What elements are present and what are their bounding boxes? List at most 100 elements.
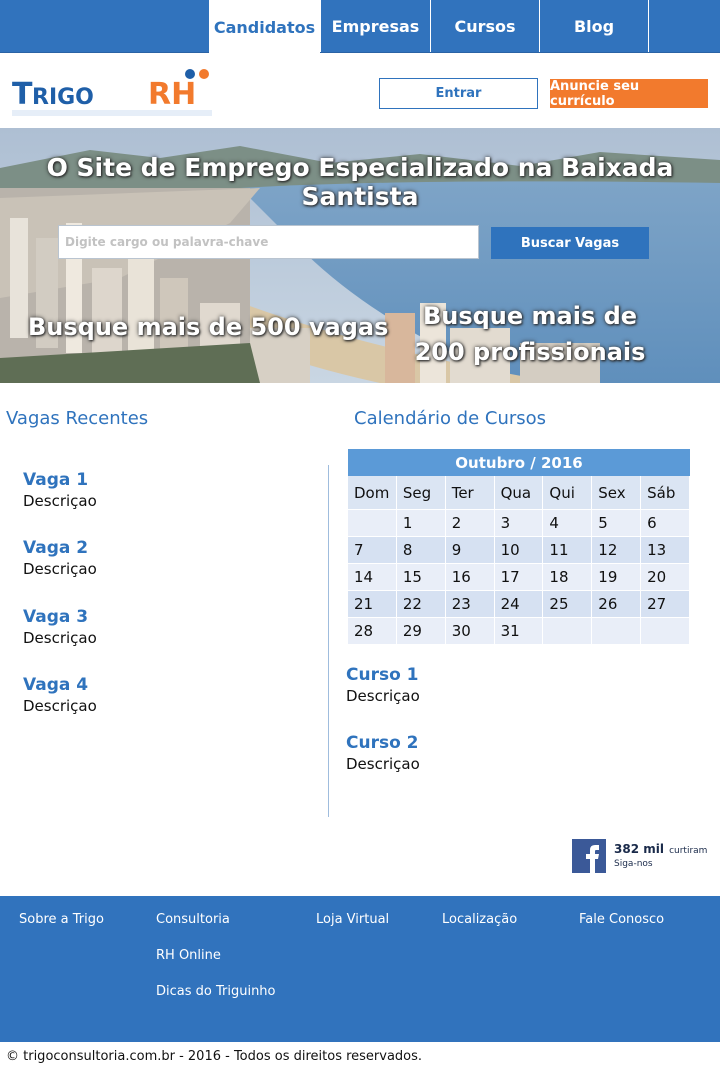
calendar-day[interactable]: 5 bbox=[592, 510, 642, 537]
calendar-day[interactable]: 6 bbox=[641, 510, 690, 537]
calendar-day[interactable]: 3 bbox=[494, 510, 544, 537]
calendar-day[interactable]: 24 bbox=[494, 591, 544, 618]
calendar-day[interactable]: 25 bbox=[543, 591, 593, 618]
tab-blog[interactable]: Blog bbox=[539, 0, 648, 52]
footer-link-contato[interactable]: Fale Conosco bbox=[579, 912, 664, 927]
calendar-day[interactable]: 14 bbox=[348, 564, 397, 591]
logo-graphic: T RIGO RH bbox=[12, 69, 212, 116]
calendar-day[interactable]: 22 bbox=[396, 591, 446, 618]
footer-link-sobre[interactable]: Sobre a Trigo bbox=[19, 912, 104, 927]
course-calendar: Outubro / 2016 Dom Seg Ter Qua Qui Sex S… bbox=[348, 449, 690, 645]
course-title[interactable]: Curso 2 bbox=[346, 733, 420, 753]
course-title[interactable]: Curso 1 bbox=[346, 665, 420, 685]
calendar-month: Outubro / 2016 bbox=[348, 449, 690, 476]
calendar-day[interactable]: 2 bbox=[445, 510, 495, 537]
calendar-day[interactable]: 10 bbox=[494, 537, 544, 564]
trigorh-logo[interactable]: T RIGO RH bbox=[10, 66, 220, 120]
calendar-empty-cell bbox=[641, 618, 690, 645]
top-nav-bar: Candidatos Empresas Cursos Blog bbox=[0, 0, 720, 54]
calendar-day[interactable]: 18 bbox=[543, 564, 593, 591]
hero-title: O Site de Emprego Especializado na Baixa… bbox=[46, 153, 674, 211]
calendar-empty-cell bbox=[348, 510, 397, 537]
column-divider bbox=[328, 465, 329, 817]
calendar-day[interactable]: 23 bbox=[445, 591, 495, 618]
post-resume-button[interactable]: Anuncie seu currículo bbox=[550, 79, 708, 109]
calendar-day[interactable]: 7 bbox=[348, 537, 397, 564]
svg-text:RIGO: RIGO bbox=[32, 85, 94, 110]
search-jobs-button[interactable]: Buscar Vagas bbox=[491, 227, 649, 259]
weekday-label: Dom bbox=[348, 476, 397, 510]
login-button[interactable]: Entrar bbox=[379, 78, 538, 109]
facebook-stats: 382 mil curtiram Siga-nos bbox=[614, 841, 707, 871]
job-item[interactable]: Vaga 2 Descriçao bbox=[23, 538, 97, 578]
facebook-like-count: 382 mil bbox=[614, 842, 664, 856]
calendar-day[interactable]: 27 bbox=[641, 591, 690, 618]
calendar-day[interactable]: 13 bbox=[641, 537, 690, 564]
job-description: Descriçao bbox=[23, 629, 97, 647]
job-description: Descriçao bbox=[23, 697, 97, 715]
footer-link-loja[interactable]: Loja Virtual bbox=[316, 912, 389, 927]
tab-cursos[interactable]: Cursos bbox=[430, 0, 539, 52]
nav-spacer bbox=[648, 0, 720, 52]
facebook-widget[interactable]: 382 mil curtiram Siga-nos bbox=[572, 838, 712, 874]
svg-text:RH: RH bbox=[148, 77, 196, 112]
weekday-label: Sáb bbox=[641, 476, 690, 510]
course-item[interactable]: Curso 1 Descriçao bbox=[346, 665, 420, 705]
calendar-day[interactable]: 12 bbox=[592, 537, 642, 564]
weekday-label: Qui bbox=[543, 476, 593, 510]
calendar-empty-cell bbox=[543, 618, 593, 645]
calendar-day[interactable]: 15 bbox=[396, 564, 446, 591]
tab-candidatos[interactable]: Candidatos bbox=[209, 0, 320, 54]
job-title[interactable]: Vaga 2 bbox=[23, 538, 97, 558]
calendar-day[interactable]: 1 bbox=[396, 510, 446, 537]
footer-link-consultoria[interactable]: Consultoria bbox=[156, 912, 230, 927]
facebook-follow-link[interactable]: Siga-nos bbox=[614, 858, 707, 871]
course-calendar-title: Calendário de Cursos bbox=[354, 408, 547, 429]
calendar-day[interactable]: 17 bbox=[494, 564, 544, 591]
facebook-liked-label: curtiram bbox=[669, 846, 708, 856]
weekday-label: Sex bbox=[592, 476, 642, 510]
calendar-day[interactable]: 16 bbox=[445, 564, 495, 591]
facebook-logo-graphic bbox=[572, 839, 606, 873]
job-description: Descriçao bbox=[23, 492, 97, 510]
professionals-count-banner[interactable]: Busque mais de 200 profissionais bbox=[400, 298, 660, 370]
calendar-grid: Dom Seg Ter Qua Qui Sex Sáb 1 2 3 4 5 6 7 8 9 10 1… bbox=[348, 476, 690, 645]
calendar-day[interactable]: 19 bbox=[592, 564, 642, 591]
calendar-day[interactable]: 4 bbox=[543, 510, 593, 537]
course-description: Descriçao bbox=[346, 687, 420, 705]
copyright-text: © trigoconsultoria.com.br - 2016 - Todos… bbox=[6, 1049, 423, 1064]
calendar-day[interactable]: 20 bbox=[641, 564, 690, 591]
job-description: Descriçao bbox=[23, 560, 97, 578]
footer-link-rh-online[interactable]: RH Online bbox=[156, 948, 221, 963]
job-title[interactable]: Vaga 1 bbox=[23, 470, 97, 490]
calendar-day[interactable]: 29 bbox=[396, 618, 446, 645]
job-item[interactable]: Vaga 3 Descriçao bbox=[23, 607, 97, 647]
job-item[interactable]: Vaga 1 Descriçao bbox=[23, 470, 97, 510]
job-title[interactable]: Vaga 4 bbox=[23, 675, 97, 695]
course-item[interactable]: Curso 2 Descriçao bbox=[346, 733, 420, 773]
recent-jobs-title: Vagas Recentes bbox=[6, 408, 149, 429]
footer: Sobre a Trigo Consultoria RH Online Dica… bbox=[0, 896, 720, 1042]
calendar-day[interactable]: 26 bbox=[592, 591, 642, 618]
weekday-label: Ter bbox=[445, 476, 495, 510]
hero-banner: O Site de Emprego Especializado na Baixa… bbox=[0, 128, 720, 383]
calendar-day[interactable]: 30 bbox=[445, 618, 495, 645]
facebook-icon[interactable] bbox=[572, 839, 606, 873]
calendar-day[interactable]: 9 bbox=[445, 537, 495, 564]
job-search-input[interactable] bbox=[58, 225, 479, 259]
weekday-label: Qua bbox=[494, 476, 544, 510]
footer-link-localizacao[interactable]: Localização bbox=[442, 912, 517, 927]
job-title[interactable]: Vaga 3 bbox=[23, 607, 97, 627]
footer-link-dicas[interactable]: Dicas do Triguinho bbox=[156, 984, 276, 999]
calendar-day[interactable]: 21 bbox=[348, 591, 397, 618]
svg-text:T: T bbox=[12, 77, 33, 112]
weekday-label: Seg bbox=[396, 476, 446, 510]
calendar-day[interactable]: 8 bbox=[396, 537, 446, 564]
calendar-day[interactable]: 31 bbox=[494, 618, 544, 645]
jobs-count-banner[interactable]: Busque mais de 500 vagas bbox=[28, 313, 388, 341]
calendar-day[interactable]: 28 bbox=[348, 618, 397, 645]
calendar-day[interactable]: 11 bbox=[543, 537, 593, 564]
course-description: Descriçao bbox=[346, 755, 420, 773]
tab-empresas[interactable]: Empresas bbox=[320, 0, 430, 52]
job-item[interactable]: Vaga 4 Descriçao bbox=[23, 675, 97, 715]
